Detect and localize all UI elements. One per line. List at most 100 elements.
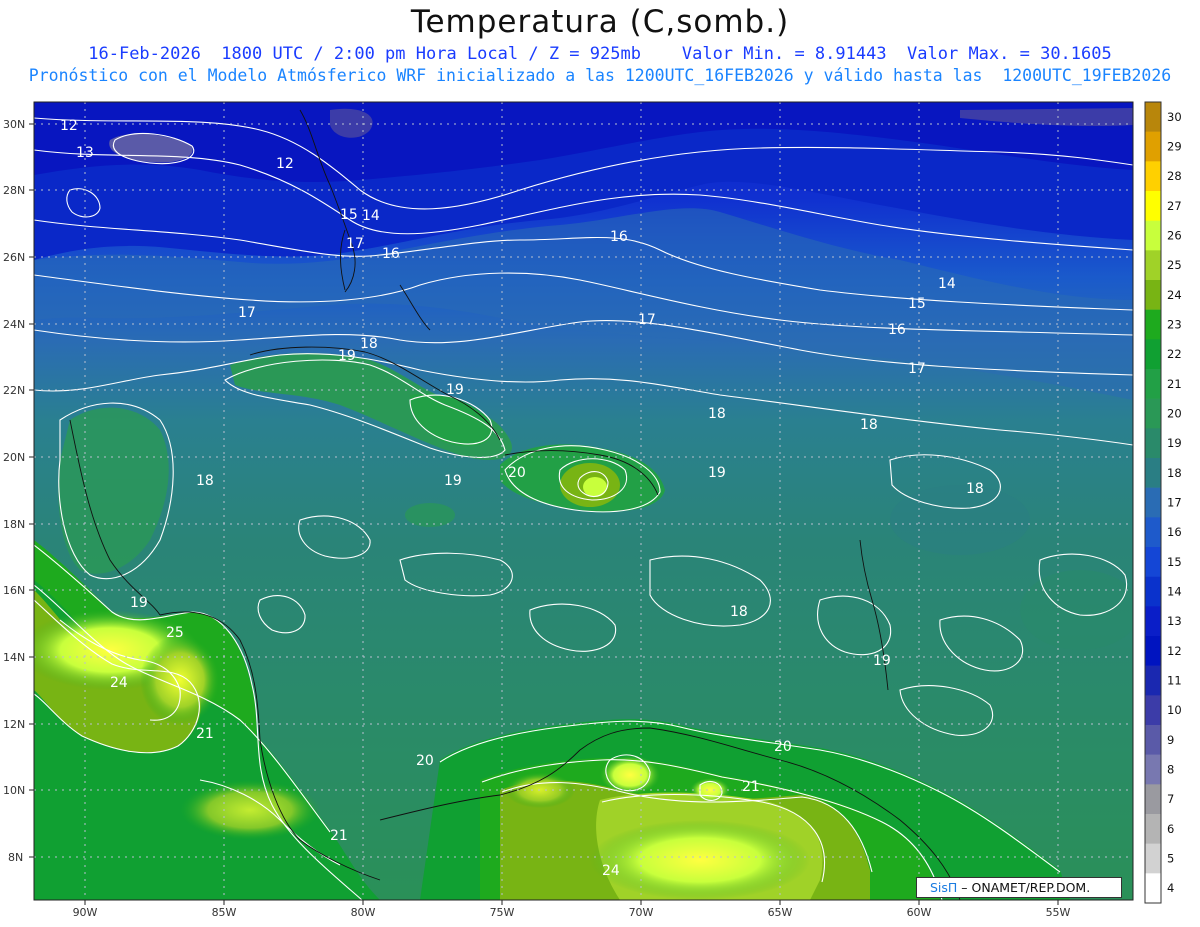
colorbar-swatch [1145, 725, 1161, 755]
contour-label: 18 [196, 473, 214, 489]
contour-label: 18 [730, 604, 748, 620]
brand-logo: SisΠ [930, 880, 958, 895]
contour-label: 20 [416, 753, 434, 769]
longitude-axis: 90W 85W 80W 75W 70W 65W 60W 55W [73, 906, 1071, 919]
colorbar-swatch [1145, 161, 1161, 192]
contour-label: 20 [774, 739, 792, 755]
colorbar-label: 25 [1167, 258, 1182, 272]
plot-area: 12 13 12 15 14 17 16 16 14 15 16 17 17 1… [34, 102, 1133, 900]
lon-label: 65W [768, 906, 793, 919]
colorbar-label: 22 [1167, 347, 1182, 361]
lon-label: 60W [907, 906, 932, 919]
colorbar-label: 29 [1167, 140, 1182, 154]
colorbar-label: 7 [1167, 792, 1174, 806]
colorbar-swatch [1145, 547, 1161, 577]
colorbar-swatch [1145, 250, 1161, 281]
colorbar-swatch [1145, 131, 1161, 162]
contour-label: 17 [908, 361, 926, 377]
colorbar-swatch [1145, 280, 1161, 310]
lon-label: 55W [1046, 906, 1071, 919]
lat-label: 12N [3, 718, 25, 731]
contour-label: 16 [382, 246, 400, 262]
lat-label: 24N [3, 318, 25, 331]
temperature-map: 12 13 12 15 14 17 16 16 14 15 16 17 17 1… [3, 101, 1182, 919]
colorbar-swatch [1145, 339, 1161, 370]
credit-text: – ONAMET/REP.DOM. [957, 880, 1091, 895]
contour-label: 17 [638, 312, 656, 328]
contour-label: 24 [602, 863, 620, 879]
contour-label: 17 [346, 236, 364, 252]
lon-label: 80W [351, 906, 376, 919]
contour-label: 25 [166, 625, 184, 641]
contour-label: 19 [130, 595, 148, 611]
colorbar-swatch [1145, 428, 1161, 459]
contour-label: 21 [742, 779, 760, 795]
colorbar-label: 19 [1167, 436, 1182, 450]
colorbar-label: 26 [1167, 229, 1182, 243]
colorbar-swatch [1145, 636, 1161, 666]
colorbar-swatch [1145, 220, 1161, 251]
colorbar-swatch [1145, 517, 1161, 548]
lat-label: 26N [3, 251, 25, 264]
colorbar-label: 10 [1167, 703, 1182, 717]
colorbar-label: 4 [1167, 881, 1174, 895]
lat-label: 28N [3, 184, 25, 197]
contour-label: 19 [444, 473, 462, 489]
lat-label: 14N [3, 651, 25, 664]
contour-label: 17 [238, 305, 256, 321]
colorbar-swatch [1145, 309, 1161, 340]
colorbar-label: 8 [1167, 763, 1174, 777]
colorbar-swatch [1145, 754, 1161, 785]
contour-label: 13 [76, 145, 94, 161]
colorbar-label: 28 [1167, 169, 1182, 183]
contour-label: 18 [708, 406, 726, 422]
contour-label: 16 [610, 229, 628, 245]
colorbar-swatch [1145, 814, 1161, 844]
colorbar-swatch [1145, 369, 1161, 399]
colorbar-label: 20 [1167, 407, 1182, 421]
lat-label: 18N [3, 518, 25, 531]
contour-label: 18 [860, 417, 878, 433]
contour-label: 18 [360, 336, 378, 352]
colorbar-swatch [1145, 458, 1161, 488]
colorbar-label: 6 [1167, 822, 1174, 836]
contour-label: 21 [196, 726, 214, 742]
contour-label: 19 [708, 465, 726, 481]
colorbar-label: 5 [1167, 852, 1174, 866]
lat-label: 16N [3, 584, 25, 597]
lat-label: 22N [3, 384, 25, 397]
colorbar-label: 24 [1167, 288, 1182, 302]
lat-label: 30N [3, 118, 25, 131]
contour-label: 21 [330, 828, 348, 844]
lon-label: 70W [629, 906, 654, 919]
colorbar-swatch [1145, 665, 1161, 696]
contour-label: 12 [276, 156, 294, 172]
contour-label: 12 [60, 118, 78, 134]
colorbar-label: 9 [1167, 733, 1174, 747]
colorbar-swatch [1145, 695, 1161, 726]
lat-label: 10N [3, 784, 25, 797]
colorbar-label: 17 [1167, 496, 1182, 510]
colorbar-label: 23 [1167, 318, 1182, 332]
contour-label: 24 [110, 675, 128, 691]
colorbar-swatch [1145, 873, 1161, 904]
colorbar-swatch [1145, 398, 1161, 429]
colorbar-label: 15 [1167, 555, 1182, 569]
contour-label: 14 [362, 208, 380, 224]
colorbar-swatch [1145, 487, 1161, 518]
colorbar-swatch [1145, 606, 1161, 637]
colorbar-label: 18 [1167, 466, 1182, 480]
contour-label: 19 [338, 348, 356, 364]
color-scale: 30 29 28 27 26 25 24 23 22 21 20 19 18 17 16 15 14 13 12 11… [1144, 101, 1182, 904]
colorbar-label: 11 [1167, 674, 1182, 688]
latitude-axis: 30N 28N 26N 24N 22N 20N 18N 16N 14N 12N … [3, 118, 25, 864]
colorbar-swatch [1145, 191, 1161, 221]
contour-label: 20 [508, 465, 526, 481]
contour-label: 18 [966, 481, 984, 497]
colorbar-label: 14 [1167, 585, 1182, 599]
colorbar-label: 13 [1167, 614, 1182, 628]
contour-label: 15 [340, 207, 358, 223]
colorbar-swatch [1145, 784, 1161, 815]
colorbar-swatch [1145, 843, 1161, 874]
lon-label: 90W [73, 906, 98, 919]
